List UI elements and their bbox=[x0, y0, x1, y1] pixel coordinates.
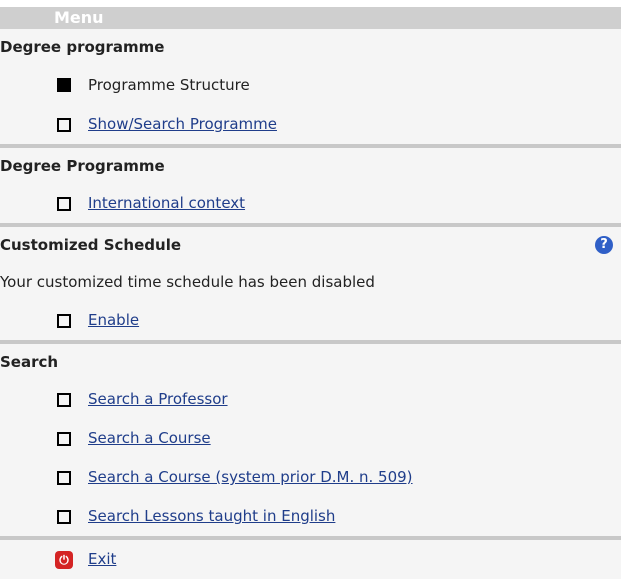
menu-item-show-search-programme[interactable]: Show/Search Programme bbox=[0, 105, 621, 144]
search-course-link[interactable]: Search a Course bbox=[88, 419, 211, 458]
search-professor-link[interactable]: Search a Professor bbox=[88, 380, 228, 419]
international-context-link[interactable]: International context bbox=[88, 184, 245, 223]
square-outline-icon bbox=[57, 196, 71, 211]
square-outline-icon bbox=[57, 313, 71, 328]
menu-item-international-context[interactable]: International context bbox=[0, 184, 621, 223]
square-outline-icon bbox=[57, 509, 71, 524]
section-title-degree-programme-2: Degree Programme bbox=[0, 157, 165, 175]
menu-item-enable[interactable]: Enable bbox=[0, 301, 621, 340]
menu-item-exit[interactable]: ⏻ Exit bbox=[0, 540, 621, 579]
menu-item-programme-structure: Programme Structure bbox=[0, 65, 621, 105]
help-icon[interactable]: ? bbox=[595, 236, 613, 254]
section-title-degree-programme: Degree programme bbox=[0, 38, 165, 56]
search-course-prior-link[interactable]: Search a Course (system prior D.M. n. 50… bbox=[88, 458, 413, 497]
menu-item-search-course-prior[interactable]: Search a Course (system prior D.M. n. 50… bbox=[0, 458, 621, 497]
menu-item-search-professor[interactable]: Search a Professor bbox=[0, 380, 621, 419]
menu-item-label: Programme Structure bbox=[88, 76, 250, 94]
section-title-search: Search bbox=[0, 353, 59, 371]
search-lessons-english-link[interactable]: Search Lessons taught in English bbox=[88, 497, 335, 536]
square-outline-icon bbox=[57, 117, 71, 132]
section-title-customized-schedule: Customized Schedule ? bbox=[0, 227, 621, 263]
show-search-programme-link[interactable]: Show/Search Programme bbox=[88, 105, 277, 144]
exit-link[interactable]: Exit bbox=[88, 540, 116, 579]
square-outline-icon bbox=[57, 431, 71, 446]
enable-link[interactable]: Enable bbox=[88, 301, 139, 340]
filled-square-icon bbox=[57, 78, 71, 92]
menu-item-search-course[interactable]: Search a Course bbox=[0, 419, 621, 458]
square-outline-icon bbox=[57, 470, 71, 485]
square-outline-icon bbox=[57, 392, 71, 407]
power-icon: ⏻ bbox=[55, 550, 73, 569]
schedule-disabled-notice: Your customized time schedule has been d… bbox=[0, 273, 375, 291]
menu-panel: Menu Degree programme Programme Structur… bbox=[0, 7, 621, 579]
section-title-text: Customized Schedule bbox=[0, 236, 182, 254]
menu-item-search-lessons-english[interactable]: Search Lessons taught in English bbox=[0, 497, 621, 536]
menu-header: Menu bbox=[0, 7, 621, 29]
